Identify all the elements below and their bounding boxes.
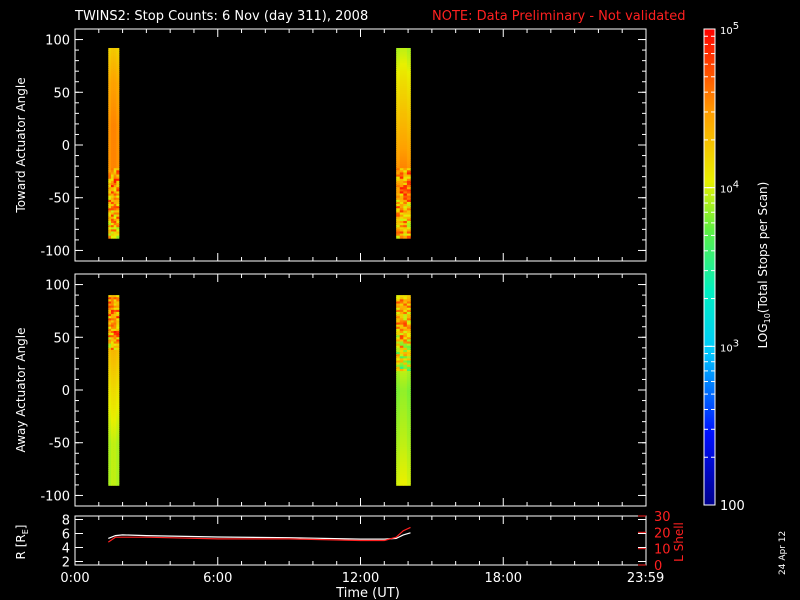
- heatmap-cell: [116, 235, 120, 239]
- plot-frame: [74, 28, 647, 262]
- x-tick-label: 0:00: [60, 571, 89, 586]
- plot-frame: [74, 273, 647, 507]
- heatmap-cell: [108, 482, 112, 486]
- time-xlabel: Time (UT): [335, 586, 400, 600]
- heatmap-cell: [403, 482, 408, 486]
- y-tick-label: 0: [62, 384, 70, 399]
- y-tick-label: 0: [62, 139, 70, 154]
- heatmap-cell: [113, 482, 117, 486]
- heatmap-cell: [399, 482, 404, 486]
- heatmap-cell: [399, 235, 404, 239]
- y-tick-label: 8: [62, 514, 70, 529]
- heatmap-cell: [113, 235, 117, 239]
- y-tick-label: -50: [49, 437, 70, 452]
- orbit-r-lshell-panel: 246801020300:00 6:00 12:00 18:00 23:59: [60, 510, 670, 586]
- right-y-tick-label: 30: [654, 510, 671, 525]
- y-tick-label: 100: [45, 34, 70, 49]
- x-tick-label: 6:00: [203, 571, 232, 586]
- heatmap-cell: [110, 235, 114, 239]
- date-stamp: 24 Apr 12: [778, 531, 788, 575]
- y-tick-label: 2: [62, 556, 70, 571]
- chart-title: TWINS2: Stop Counts: 6 Nov (day 311), 20…: [74, 9, 368, 24]
- lshell-series-line: [107, 526, 411, 543]
- lshell-ylabel: L Shell: [672, 522, 686, 562]
- r-series-line: [108, 532, 411, 540]
- y-tick-label: 4: [62, 542, 70, 557]
- heatmap-cell: [406, 482, 411, 486]
- y-tick-label: 100: [45, 279, 70, 294]
- y-tick-label: 50: [53, 331, 70, 346]
- heatmap-cell: [110, 482, 114, 486]
- heatmap-cell: [403, 235, 408, 239]
- away-actuator-panel: 100 50 0 -50 -100: [40, 273, 647, 507]
- colorbar-tick-label: 104: [720, 180, 739, 196]
- right-y-tick-label: 20: [654, 526, 671, 541]
- away-ylabel: Away Actuator Angle: [14, 327, 28, 452]
- y-tick-label: 6: [62, 528, 70, 543]
- x-tick-label: 23:59: [627, 571, 664, 586]
- toward-ylabel: Toward Actuator Angle: [14, 77, 28, 213]
- x-tick-label: 12:00: [342, 571, 379, 586]
- y-tick-label: -100: [40, 489, 70, 504]
- toward-actuator-panel: 100 50 0 -50 -100: [40, 28, 647, 262]
- heatmap-cell: [116, 482, 120, 486]
- colorbar-label: LOG10(Total Stops per Scan): [756, 182, 772, 349]
- y-tick-label: 50: [53, 86, 70, 101]
- heatmap-cell: [108, 235, 112, 239]
- y-tick-label: -100: [40, 244, 70, 259]
- colorbar-tick-label: 105: [720, 21, 739, 37]
- heatmap-cell: [396, 482, 401, 486]
- colorbar: [703, 28, 716, 506]
- y-tick-label: -50: [49, 192, 70, 207]
- r-ylabel: R [RE]: [14, 525, 30, 560]
- twins-stop-counts-figure: TWINS2: Stop Counts: 6 Nov (day 311), 20…: [14, 9, 788, 600]
- heatmap-cell: [396, 235, 401, 239]
- colorbar-tick-label: 103: [720, 338, 739, 354]
- right-y-tick-label: 10: [654, 543, 671, 558]
- preliminary-note: NOTE: Data Preliminary - Not validated: [432, 9, 686, 24]
- heatmap-cell: [406, 235, 411, 239]
- colorbar-tick-label: 100: [720, 499, 745, 514]
- x-tick-label: 18:00: [485, 571, 522, 586]
